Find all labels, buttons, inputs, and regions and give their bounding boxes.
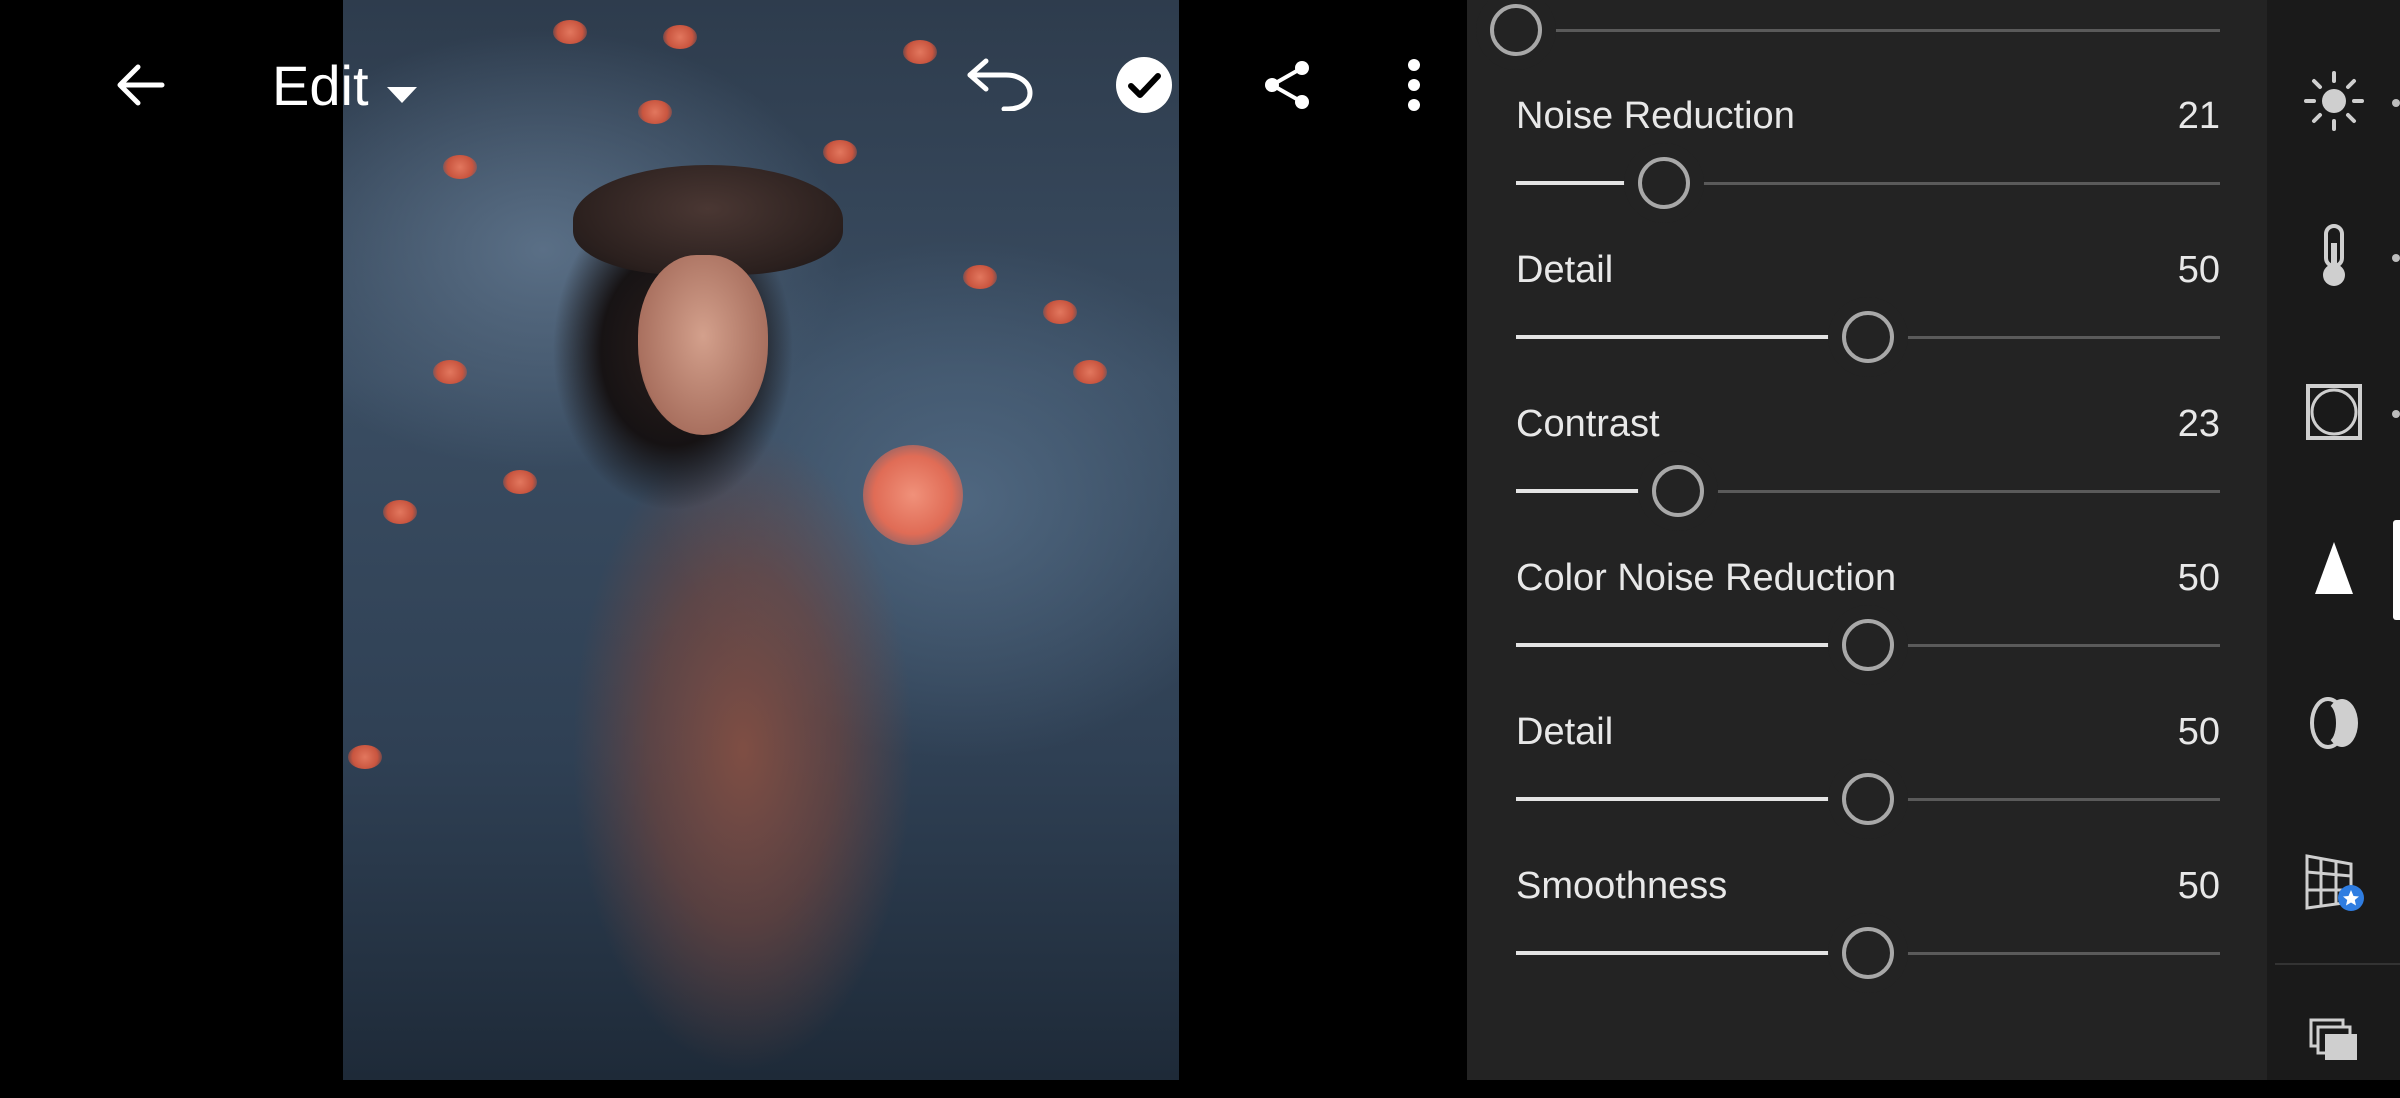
slider-label: Contrast <box>1516 403 1660 445</box>
edit-mode-label: Edit <box>272 53 369 117</box>
slider-partial[interactable] <box>1490 0 2220 60</box>
geometry-tool-button[interactable] <box>2267 828 2400 938</box>
slider-value[interactable]: 50 <box>2178 249 2220 292</box>
slider-value[interactable]: 50 <box>2178 865 2220 908</box>
tool-indicator-dot <box>2392 410 2400 418</box>
photo-flower-bg <box>348 745 382 769</box>
color-detail-slider[interactable] <box>1516 769 2220 829</box>
photo-subject-face <box>638 255 768 435</box>
slider-value[interactable]: 50 <box>2178 711 2220 754</box>
slider-label: Noise Reduction <box>1516 95 1795 137</box>
slider-value[interactable]: 21 <box>2178 95 2220 138</box>
slider-row-smoothness: Smoothness 50 <box>1516 865 2220 985</box>
detail-tool-button[interactable] <box>2267 515 2400 625</box>
light-tool-button[interactable] <box>2267 48 2400 158</box>
optics-tool-button[interactable] <box>2267 670 2400 780</box>
photo-flower-bg <box>963 265 997 289</box>
slider-thumb[interactable] <box>1490 4 1542 56</box>
tool-strip-divider <box>2275 963 2400 965</box>
slider-row-color-noise-reduction: Color Noise Reduction 50 <box>1516 557 2220 677</box>
slider-value[interactable]: 50 <box>2178 557 2220 600</box>
slider-label: Detail <box>1516 249 1614 291</box>
noise-reduction-slider[interactable] <box>1516 153 2220 213</box>
slider-fill <box>1516 797 1833 801</box>
share-icon[interactable] <box>1258 55 1318 115</box>
slider-row-detail: Detail 50 <box>1516 249 2220 369</box>
slider-label: Color Noise Reduction <box>1516 557 1897 599</box>
slider-thumb[interactable] <box>1842 311 1894 363</box>
slider-row-partial <box>1490 0 2220 62</box>
photo-flower-bg <box>1073 360 1107 384</box>
top-toolbar: Edit <box>0 0 1467 170</box>
more-vertical-icon[interactable] <box>1394 55 1434 115</box>
slider-label: Detail <box>1516 711 1614 753</box>
slider-fill <box>1516 489 1643 493</box>
effects-tool-button[interactable] <box>2267 359 2400 469</box>
slider-label: Smoothness <box>1516 865 1728 907</box>
detail-adjustment-panel: Noise Reduction 21 Detail 50 Contrast 23… <box>1467 0 2267 1080</box>
slider-fill <box>1516 951 1833 955</box>
tool-indicator-dot <box>2392 99 2400 107</box>
photo-flower <box>863 445 963 545</box>
slider-value[interactable]: 23 <box>2178 403 2220 446</box>
edit-mode-dropdown[interactable]: Edit <box>272 50 417 120</box>
tool-strip <box>2267 0 2400 1080</box>
photo-flower-bg <box>503 470 537 494</box>
photo-flower-bg <box>1043 300 1077 324</box>
slider-track <box>1516 29 2220 32</box>
undo-icon[interactable] <box>960 48 1040 118</box>
light-sun-icon <box>2303 70 2365 137</box>
slider-fill <box>1516 335 1833 339</box>
slider-row-contrast: Contrast 23 <box>1516 403 2220 523</box>
slider-thumb[interactable] <box>1842 619 1894 671</box>
slider-fill <box>1516 643 1833 647</box>
versions-stack-icon <box>2309 1018 2359 1069</box>
slider-thumb[interactable] <box>1651 465 1704 517</box>
photo-flower-bg <box>383 500 417 524</box>
optics-lens-icon <box>2306 695 2362 756</box>
color-tool-button[interactable] <box>2267 203 2400 313</box>
slider-row-color-detail: Detail 50 <box>1516 711 2220 831</box>
versions-tool-button[interactable] <box>2267 988 2400 1098</box>
slider-thumb[interactable] <box>1842 773 1894 825</box>
detail-slider[interactable] <box>1516 307 2220 367</box>
detail-triangle-icon <box>2313 540 2355 601</box>
color-noise-reduction-slider[interactable] <box>1516 615 2220 675</box>
tool-indicator-dot <box>2392 254 2400 262</box>
effects-vignette-icon <box>2305 383 2363 446</box>
active-tool-indicator <box>2393 520 2400 620</box>
photo-flower-bg <box>433 360 467 384</box>
slider-row-noise-reduction: Noise Reduction 21 <box>1516 95 2220 215</box>
back-arrow-icon[interactable] <box>105 50 175 120</box>
check-circle-icon[interactable] <box>1114 55 1174 115</box>
slider-thumb[interactable] <box>1637 157 1690 209</box>
caret-down-icon <box>386 53 417 118</box>
geometry-grid-icon <box>2303 850 2365 917</box>
color-thermometer-icon <box>2314 223 2354 294</box>
smoothness-slider[interactable] <box>1516 923 2220 983</box>
contrast-slider[interactable] <box>1516 461 2220 521</box>
slider-thumb[interactable] <box>1842 927 1894 979</box>
